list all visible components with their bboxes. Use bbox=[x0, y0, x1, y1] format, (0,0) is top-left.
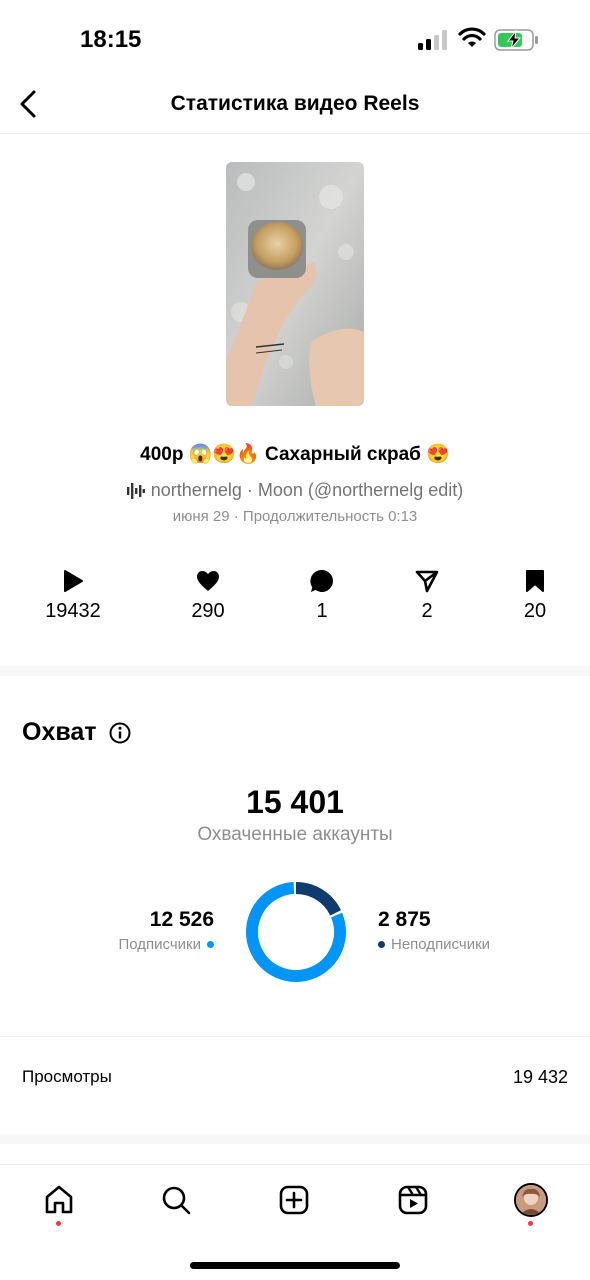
battery-charging-icon bbox=[494, 29, 538, 51]
audio-waveform-icon bbox=[126, 482, 145, 499]
reel-meta: июня 29 · Продолжительность 0:13 bbox=[172, 508, 418, 525]
saves-count: 20 bbox=[523, 600, 547, 622]
audio-label: northernelg · Moon (@northernelg edit) bbox=[150, 480, 464, 500]
shares-count: 2 bbox=[421, 600, 433, 622]
section-divider bbox=[0, 1134, 590, 1144]
audio-row[interactable]: northernelg · Moon (@northernelg edit) bbox=[0, 480, 590, 501]
followers-legend-dot bbox=[207, 941, 214, 948]
header: Статистика видео Reels bbox=[0, 80, 590, 134]
reels-icon bbox=[398, 1185, 428, 1215]
stat-saves: 20 bbox=[495, 568, 575, 623]
views-value: 19 432 bbox=[512, 1067, 568, 1087]
page-title: Статистика видео Reels bbox=[170, 92, 420, 115]
reach-total: 15 401 bbox=[246, 784, 344, 820]
info-icon[interactable] bbox=[109, 722, 131, 744]
heart-icon bbox=[197, 571, 219, 591]
stat-shares: 2 bbox=[387, 568, 467, 623]
section-divider bbox=[0, 666, 590, 676]
reach-title: Охват bbox=[22, 718, 97, 746]
create-icon bbox=[279, 1185, 309, 1215]
nonfollowers-label: Неподписчики bbox=[391, 936, 491, 953]
home-indicator bbox=[190, 1262, 400, 1269]
nonfollowers-legend-dot bbox=[378, 941, 385, 948]
cellular-signal-icon bbox=[418, 30, 447, 50]
avatar-image bbox=[516, 1185, 546, 1215]
likes-count: 290 bbox=[191, 600, 225, 622]
followers-legend: Подписчики bbox=[118, 936, 214, 953]
tab-create[interactable] bbox=[274, 1180, 314, 1220]
stat-comments: 1 bbox=[282, 568, 362, 623]
profile-avatar bbox=[514, 1183, 548, 1217]
followers-label: Подписчики bbox=[118, 936, 201, 953]
nonfollowers-block: 2 875 Неподписчики bbox=[378, 908, 490, 953]
stat-plays: 19432 bbox=[33, 568, 113, 623]
reel-caption: 400р 😱😍🔥 Сахарный скраб 😍 bbox=[140, 444, 450, 465]
plays-count: 19432 bbox=[45, 600, 101, 622]
tab-reels[interactable] bbox=[393, 1180, 433, 1220]
engagement-stats: 19432 290 1 2 20 bbox=[0, 568, 590, 632]
followers-count: 12 526 bbox=[149, 908, 214, 931]
tab-search[interactable] bbox=[156, 1180, 196, 1220]
reach-donut-chart bbox=[246, 882, 346, 982]
nonfollowers-legend: Неподписчики bbox=[378, 936, 490, 953]
followers-block: 12 526 Подписчики bbox=[118, 908, 214, 953]
nonfollowers-count: 2 875 bbox=[378, 908, 431, 931]
share-icon bbox=[415, 570, 439, 593]
play-icon bbox=[64, 570, 83, 592]
reel-thumbnail-image bbox=[226, 162, 364, 406]
bookmark-icon bbox=[526, 570, 544, 592]
stat-likes: 290 bbox=[168, 568, 248, 623]
home-icon bbox=[45, 1185, 73, 1214]
profile-notification-dot bbox=[528, 1221, 533, 1226]
comments-count: 1 bbox=[316, 600, 328, 622]
donut-followers-segment bbox=[246, 882, 346, 982]
comment-icon bbox=[310, 569, 333, 592]
reach-total-label: Охваченные аккаунты bbox=[197, 824, 393, 845]
views-label: Просмотры bbox=[22, 1067, 112, 1086]
views-row: Просмотры 19 432 bbox=[0, 1036, 590, 1118]
status-time: 18:15 bbox=[80, 26, 142, 53]
reach-section-title: Охват bbox=[22, 718, 131, 747]
status-bar: 18:15 bbox=[0, 0, 590, 80]
wifi-icon bbox=[458, 27, 486, 47]
tab-profile[interactable] bbox=[511, 1180, 551, 1220]
home-notification-dot bbox=[56, 1221, 61, 1226]
search-icon bbox=[162, 1186, 191, 1215]
tab-home[interactable] bbox=[39, 1180, 79, 1220]
reel-thumbnail[interactable] bbox=[226, 162, 364, 406]
